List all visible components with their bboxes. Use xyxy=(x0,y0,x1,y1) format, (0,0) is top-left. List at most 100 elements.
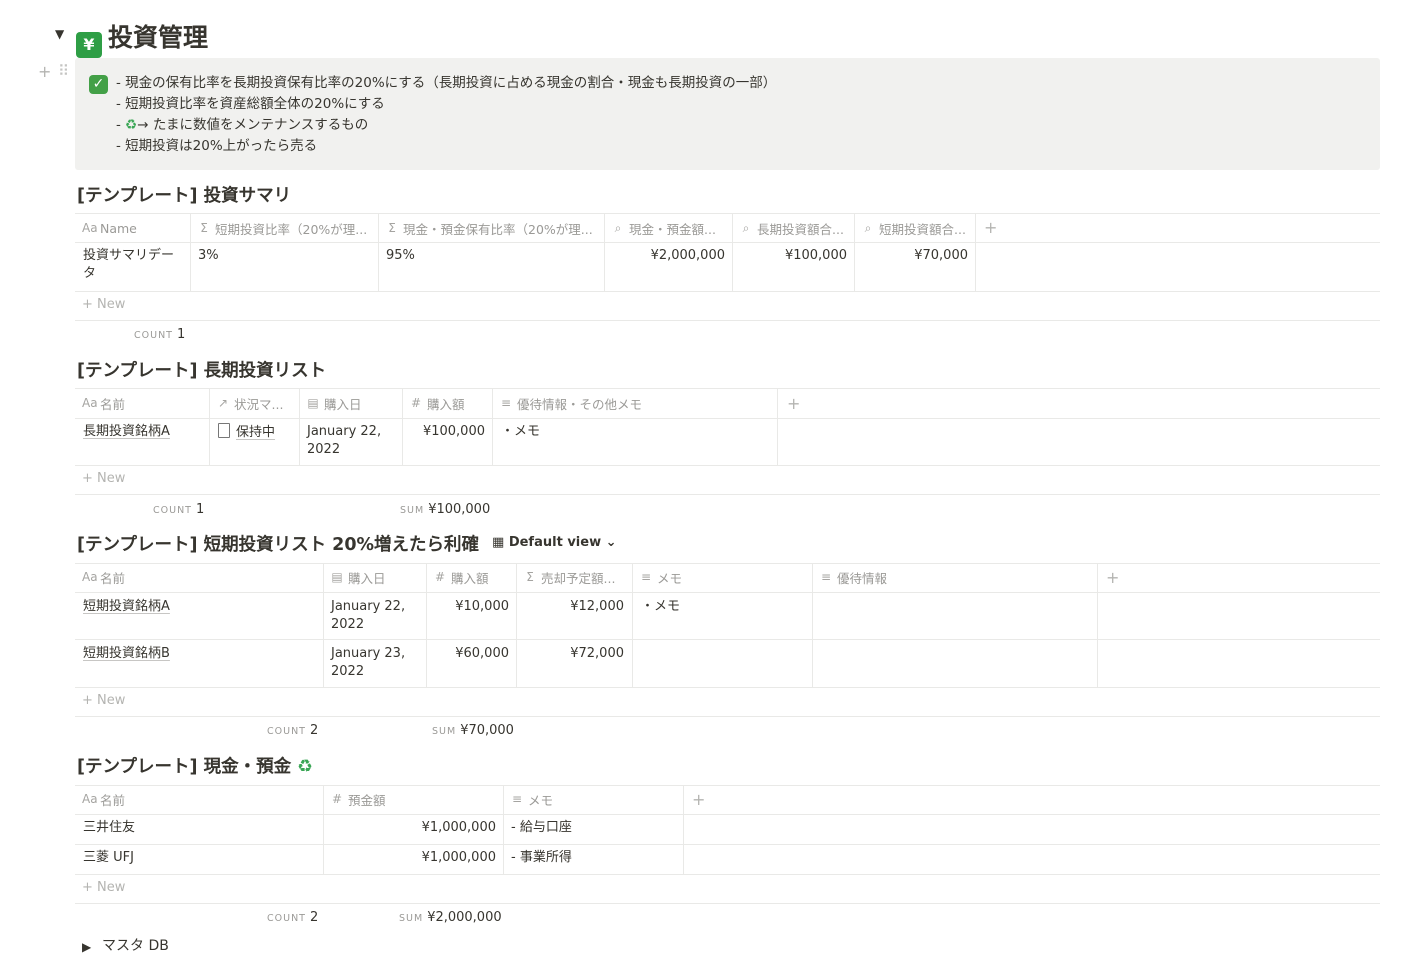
column-header-name[interactable]: Aa 名前 xyxy=(82,395,206,411)
calendar-icon: ▤ xyxy=(331,570,343,584)
column-header-short-total[interactable]: ⌕ 短期投資額合... xyxy=(861,220,972,237)
column-header-deposit[interactable]: # 預金額 xyxy=(330,791,500,807)
chart-yen-icon: ¥ xyxy=(76,32,102,58)
short-term-row-date: January 22, 2022 xyxy=(331,599,406,632)
short-term-new-row-button[interactable]: + New xyxy=(82,693,125,708)
long-term-new-row-button[interactable]: + New xyxy=(82,471,125,486)
long-term-row-memo: ・メモ xyxy=(501,424,541,439)
text-property-icon: Aa xyxy=(82,792,98,806)
number-hash-icon: # xyxy=(434,570,446,584)
summary-row-name[interactable]: 投資サマリデータ xyxy=(83,247,188,283)
cash-row-name[interactable]: 三井住友 xyxy=(83,819,135,837)
long-term-sum[interactable]: SUM ¥100,000 xyxy=(400,502,490,517)
column-header-status[interactable]: ↗ 状況マ... xyxy=(216,395,296,411)
add-column-icon[interactable]: + xyxy=(787,394,800,413)
long-term-table-title[interactable]: [テンプレート] 長期投資リスト xyxy=(77,357,326,382)
table-view-icon: ▦ xyxy=(492,535,505,550)
text-lines-icon: ≡ xyxy=(511,792,523,806)
column-header-purchase-date[interactable]: ▤ 購入日 xyxy=(330,569,423,585)
default-view-button[interactable]: ▦ Default view ⌄ xyxy=(492,535,617,550)
column-header-name[interactable]: Aa 名前 xyxy=(82,569,320,585)
cash-sum[interactable]: SUM ¥2,000,000 xyxy=(399,910,502,925)
summary-new-row-button[interactable]: + New xyxy=(82,297,125,312)
short-term-sum[interactable]: SUM ¥70,000 xyxy=(432,723,514,738)
rollup-search-icon: ⌕ xyxy=(614,220,622,235)
column-header-name[interactable]: Aa Name xyxy=(82,220,186,236)
callout-line-3: - ♻→ たまに数値をメンテナンスするもの xyxy=(116,117,369,133)
short-term-row-sell: ¥72,000 xyxy=(570,646,624,661)
cash-row-amount: ¥1,000,000 xyxy=(421,850,496,865)
callout-line-4: - 短期投資は20%上がったら売る xyxy=(116,138,318,154)
calendar-icon: ▤ xyxy=(307,396,319,410)
callout-line-1: - 現金の保有比率を長期投資保有比率の20%にする（長期投資に占める現金の割合・… xyxy=(116,75,777,91)
cash-new-row-button[interactable]: + New xyxy=(82,880,125,895)
recycle-icon: ♻ xyxy=(125,117,138,133)
cash-row-memo: - 事業所得 xyxy=(511,850,572,865)
column-header-benefit[interactable]: ≡ 優待情報 xyxy=(819,569,1094,585)
cash-table-title[interactable]: [テンプレート] 現金・預金 ♻ xyxy=(77,753,313,778)
short-term-table-title[interactable]: [テンプレート] 短期投資リスト 20%増えたら利確 xyxy=(77,531,479,556)
check-mark-icon: ✓ xyxy=(89,75,108,94)
page-icon xyxy=(218,423,230,438)
column-header-cash-amount[interactable]: ⌕ 現金・預金額... xyxy=(611,220,729,237)
text-lines-icon: ≡ xyxy=(640,570,652,584)
master-db-toggle[interactable]: マスタ DB xyxy=(102,937,169,955)
column-header-purchase-date[interactable]: ▤ 購入日 xyxy=(306,395,399,411)
summary-short-ratio: 3% xyxy=(198,248,219,263)
column-header-memo[interactable]: ≡ メモ xyxy=(639,569,809,585)
formula-icon: Σ xyxy=(526,570,534,584)
page-title: ¥ 投資管理 xyxy=(76,18,208,58)
cash-count[interactable]: COUNT 2 xyxy=(267,910,318,925)
summary-cash-amount: ¥2,000,000 xyxy=(650,248,725,263)
long-term-row-status[interactable]: 保持中 xyxy=(218,423,275,442)
recycle-icon: ♻ xyxy=(297,757,313,777)
add-column-icon[interactable]: + xyxy=(1106,568,1119,587)
drag-handle-icon[interactable]: ⠿ xyxy=(58,62,69,80)
rollup-search-icon: ⌕ xyxy=(742,220,750,235)
short-term-row-memo: ・メモ xyxy=(641,599,681,614)
short-term-row-name[interactable]: 短期投資銘柄A xyxy=(83,598,170,616)
formula-icon: Σ xyxy=(388,221,396,235)
long-term-count[interactable]: COUNT 1 xyxy=(153,502,204,517)
expand-toggle-icon[interactable]: ▶ xyxy=(82,940,91,954)
short-term-row-amount: ¥60,000 xyxy=(455,646,509,661)
chevron-down-icon: ⌄ xyxy=(605,535,617,550)
summary-count[interactable]: COUNT 1 xyxy=(134,327,185,342)
column-header-short-ratio[interactable]: Σ 短期投資比率（20%が理... xyxy=(197,220,375,236)
column-header-purchase-amount[interactable]: # 購入額 xyxy=(409,395,489,411)
column-header-long-total[interactable]: ⌕ 長期投資額合... xyxy=(739,220,851,237)
long-term-row-amount: ¥100,000 xyxy=(422,424,485,439)
column-header-cash-ratio[interactable]: Σ 現金・預金保有比率（20%が理... xyxy=(385,220,601,236)
cash-row-memo: - 給与口座 xyxy=(511,820,572,835)
short-term-row-amount: ¥10,000 xyxy=(455,599,509,614)
long-term-row-name[interactable]: 長期投資銘柄A xyxy=(83,423,170,441)
number-hash-icon: # xyxy=(410,396,422,410)
long-term-row-date: January 22, 2022 xyxy=(307,424,382,457)
summary-long-total: ¥100,000 xyxy=(784,248,847,263)
callout-line-2: - 短期投資比率を資産総額全体の20%にする xyxy=(116,96,385,112)
summary-cash-ratio: 95% xyxy=(386,248,415,263)
number-hash-icon: # xyxy=(331,792,343,806)
short-term-count[interactable]: COUNT 2 xyxy=(267,723,318,738)
formula-icon: Σ xyxy=(200,221,208,235)
summary-table-title[interactable]: [テンプレート] 投資サマリ xyxy=(77,182,291,207)
text-property-icon: Aa xyxy=(82,396,98,410)
text-lines-icon: ≡ xyxy=(820,570,832,584)
cash-row-amount: ¥1,000,000 xyxy=(421,820,496,835)
add-column-icon[interactable]: + xyxy=(984,218,997,237)
rollup-search-icon: ⌕ xyxy=(864,220,872,235)
add-column-icon[interactable]: + xyxy=(692,790,705,809)
column-header-memo[interactable]: ≡ 優待情報・その他メモ xyxy=(499,395,774,411)
cash-row-name[interactable]: 三菱 UFJ xyxy=(83,849,134,867)
text-property-icon: Aa xyxy=(82,570,98,584)
collapse-toggle-icon[interactable]: ▼ xyxy=(55,27,64,41)
column-header-memo[interactable]: ≡ メモ xyxy=(510,791,680,807)
column-header-sell-target[interactable]: Σ 売却予定額... xyxy=(523,569,629,585)
short-term-row-name[interactable]: 短期投資銘柄B xyxy=(83,645,170,663)
column-header-purchase-amount[interactable]: # 購入額 xyxy=(433,569,513,585)
short-term-row-date: January 23, 2022 xyxy=(331,646,406,679)
column-header-name[interactable]: Aa 名前 xyxy=(82,791,320,807)
summary-short-total: ¥70,000 xyxy=(914,248,968,263)
add-block-icon[interactable]: + xyxy=(38,62,51,81)
relation-arrow-icon: ↗ xyxy=(217,396,229,410)
